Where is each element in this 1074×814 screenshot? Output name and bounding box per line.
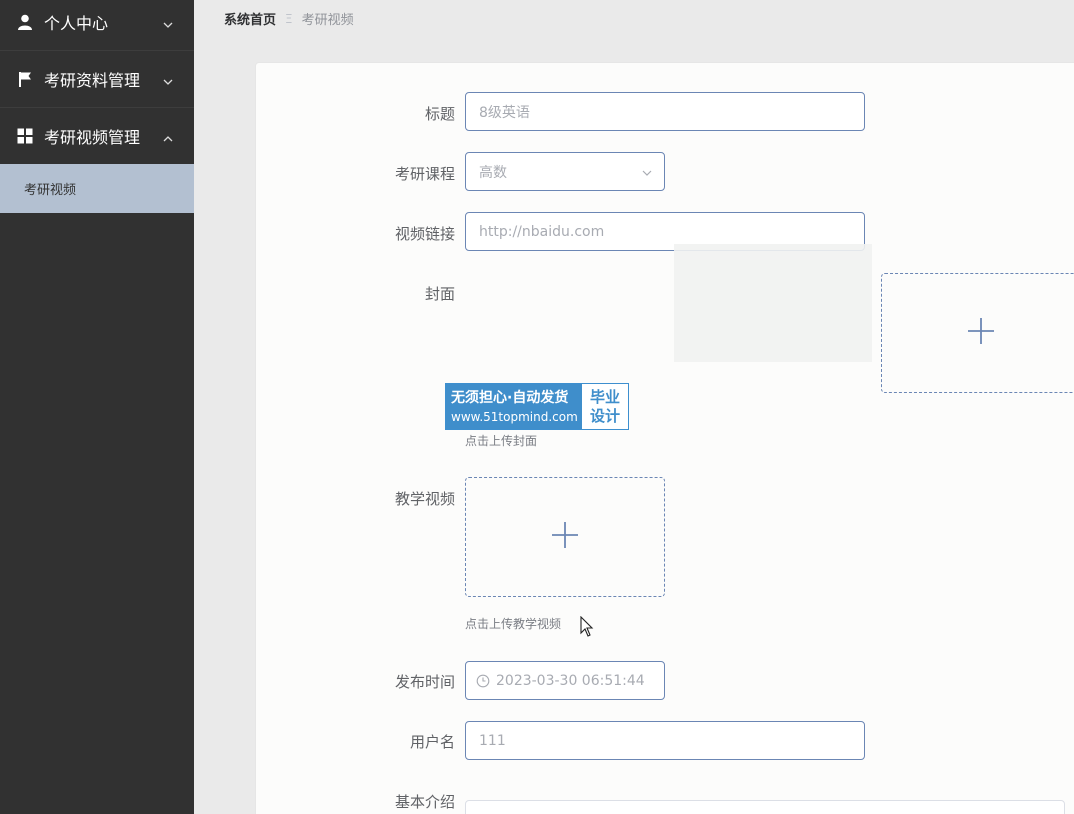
watermark-side-bottom: 设计 bbox=[589, 406, 620, 425]
course-select[interactable]: 高数 bbox=[465, 152, 665, 191]
sidebar-subitem-videos[interactable]: 考研视频 bbox=[0, 164, 194, 213]
publish-time-value: 2023-03-30 06:51:44 bbox=[496, 672, 645, 689]
intro-editor[interactable] bbox=[465, 800, 1065, 814]
sidebar: 个人中心 考研资料管理 考研视频管理 考研视频 bbox=[0, 0, 194, 814]
plus-icon bbox=[551, 521, 579, 553]
breadcrumb: 系统首页 Ξ 考研视频 bbox=[224, 9, 354, 29]
teaching-video-upload-tip: 点击上传教学视频 bbox=[465, 617, 562, 631]
video-link-label: 视频链接 bbox=[394, 225, 455, 243]
plus-icon bbox=[967, 317, 995, 349]
course-select-value: 高数 bbox=[479, 164, 507, 181]
sidebar-item-personal-center[interactable]: 个人中心 bbox=[0, 0, 194, 50]
watermark-banner-left: 无须担心·自动发货 www.51topmind.com bbox=[446, 384, 582, 429]
chevron-down-icon bbox=[162, 73, 174, 85]
cover-upload-tip: 点击上传封面 bbox=[465, 434, 538, 448]
watermark-banner-right: 毕业 设计 bbox=[582, 384, 628, 429]
title-input[interactable]: 8级英语 bbox=[465, 92, 865, 131]
cover-label: 封面 bbox=[424, 285, 455, 303]
watermark-url: www.51topmind.com bbox=[451, 409, 578, 424]
watermark-main-text: 无须担心·自动发货 bbox=[451, 389, 569, 406]
clock-icon bbox=[476, 674, 490, 688]
teaching-video-upload-box[interactable] bbox=[465, 477, 665, 597]
sidebar-item-materials[interactable]: 考研资料管理 bbox=[0, 51, 194, 107]
publish-time-label: 发布时间 bbox=[394, 673, 455, 691]
sidebar-item-label: 考研资料管理 bbox=[44, 71, 141, 90]
sidebar-item-label: 考研视频管理 bbox=[44, 128, 141, 147]
breadcrumb-home[interactable]: 系统首页 bbox=[224, 9, 276, 28]
publish-time-picker[interactable]: 2023-03-30 06:51:44 bbox=[465, 661, 665, 700]
watermark-banner: 无须担心·自动发货 www.51topmind.com 毕业 设计 bbox=[445, 383, 629, 430]
cover-preview-image bbox=[674, 244, 872, 362]
mouse-cursor-icon bbox=[580, 615, 594, 642]
watermark-side-top: 毕业 bbox=[589, 387, 620, 406]
grid-icon bbox=[16, 127, 34, 145]
breadcrumb-current: 考研视频 bbox=[301, 13, 354, 28]
cover-upload-box[interactable] bbox=[881, 273, 1074, 393]
chevron-down-icon bbox=[162, 16, 174, 28]
teaching-video-label: 教学视频 bbox=[394, 490, 455, 508]
breadcrumb-separator: Ξ bbox=[285, 11, 293, 26]
course-label: 考研课程 bbox=[394, 165, 455, 183]
username-label: 用户名 bbox=[409, 733, 455, 751]
username-input[interactable]: 111 bbox=[465, 721, 865, 760]
person-icon bbox=[16, 13, 34, 31]
intro-label: 基本介绍 bbox=[394, 793, 455, 811]
chevron-down-icon bbox=[642, 166, 652, 176]
sidebar-item-videos[interactable]: 考研视频管理 bbox=[0, 108, 194, 164]
sidebar-item-label: 个人中心 bbox=[44, 14, 109, 33]
chevron-up-icon bbox=[162, 130, 174, 142]
flag-icon bbox=[16, 70, 34, 88]
title-label: 标题 bbox=[424, 105, 455, 123]
